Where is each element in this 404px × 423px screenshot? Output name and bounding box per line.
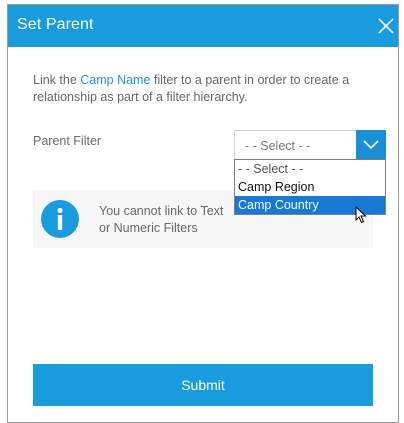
parent-filter-selected-value: - - Select - -	[245, 139, 311, 153]
parent-filter-label: Parent Filter	[33, 134, 102, 148]
dropdown-option-select[interactable]: - - Select - -	[235, 160, 385, 178]
close-icon[interactable]	[376, 16, 396, 36]
chevron-down-icon[interactable]	[356, 130, 386, 160]
dialog-title: Set Parent	[17, 16, 94, 33]
parent-filter-select[interactable]: - - Select - -	[234, 130, 386, 160]
submit-button[interactable]: Submit	[33, 364, 373, 406]
mouse-cursor-icon	[355, 205, 367, 224]
dialog-description: Link the Camp Name filter to a parent in…	[33, 72, 378, 106]
description-prefix: Link the	[33, 73, 81, 87]
set-parent-dialog: Set Parent Link the Camp Name filter to …	[7, 4, 399, 423]
dropdown-option-camp-region[interactable]: Camp Region	[235, 178, 385, 196]
dialog-header: Set Parent	[8, 5, 398, 47]
info-icon	[41, 200, 79, 238]
camp-name-filter-link: Camp Name	[80, 73, 151, 87]
